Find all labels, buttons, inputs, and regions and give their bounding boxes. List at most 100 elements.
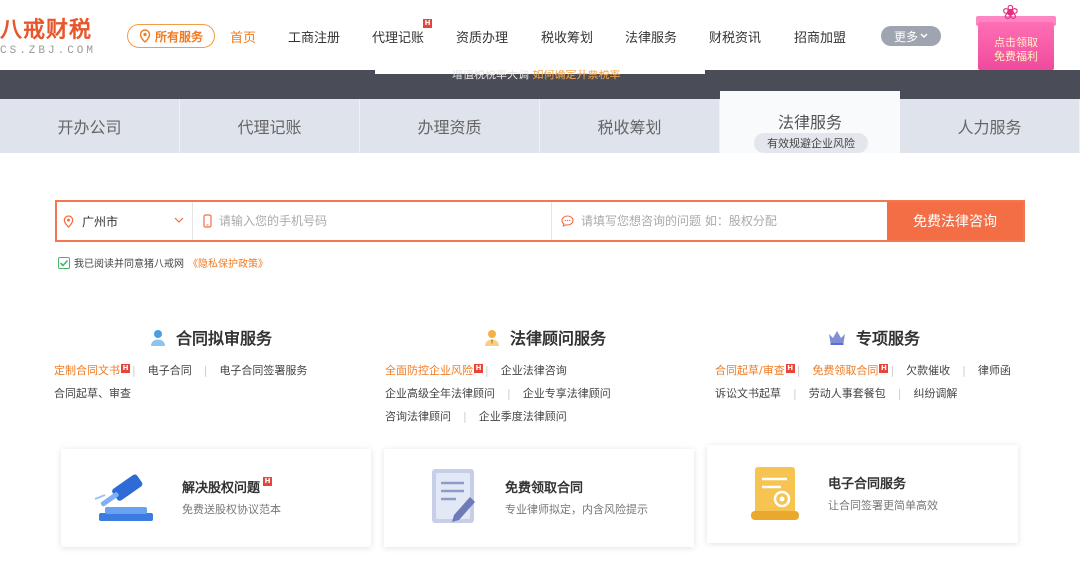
announcement-text: 增值税税率大调 如何确定开票税率 bbox=[452, 70, 621, 81]
page: 八戒财税 CS.ZBJ.COM 所有服务 首页 工商注册 代理记账 H 资质办理 税收筹划… bbox=[0, 0, 1080, 577]
phone-input[interactable] bbox=[219, 214, 519, 228]
logo-text: 八戒财税 bbox=[0, 18, 93, 43]
crown-icon bbox=[828, 330, 846, 345]
hot-badge: H bbox=[263, 477, 273, 486]
service-link[interactable]: 电子合同 bbox=[148, 364, 192, 377]
service-column-header: 合同拟审服务 bbox=[150, 325, 272, 349]
feature-card-title: 电子合同服务 bbox=[828, 473, 906, 492]
service-link-label: 定制合同文书 bbox=[54, 364, 120, 377]
link-separator: | bbox=[897, 387, 902, 400]
service-link-label: 电子合同 bbox=[147, 364, 192, 377]
hot-badge: H bbox=[423, 19, 433, 28]
service-link[interactable]: 企业法律咨询 bbox=[501, 364, 567, 377]
service-link[interactable]: 纠纷调解 bbox=[913, 387, 957, 400]
city-value: 广州市 bbox=[82, 214, 119, 229]
service-tab[interactable]: 人力服务 bbox=[900, 99, 1080, 153]
service-link[interactable]: 欠款催收 bbox=[906, 364, 950, 377]
nav-item[interactable]: 招商加盟 bbox=[794, 27, 846, 46]
service-link[interactable]: 企业高级全年法律顾问 bbox=[385, 387, 495, 400]
link-separator: | bbox=[793, 387, 797, 400]
nav-item-label: 工商注册 bbox=[288, 31, 341, 46]
lawyer-icon bbox=[484, 329, 500, 346]
feature-card-title: 解决股权问题 H bbox=[182, 477, 273, 496]
gift-bow-icon: ❀ bbox=[1002, 0, 1019, 24]
hot-badge: H bbox=[879, 364, 889, 373]
service-tab[interactable]: 税收筹划 bbox=[540, 99, 720, 153]
announcement-link[interactable]: 如何确定开票税率 bbox=[533, 70, 621, 81]
service-link[interactable]: 定制合同文书 H bbox=[54, 364, 130, 377]
service-link[interactable]: 免费领取合同 H bbox=[812, 364, 889, 377]
chat-bubble-icon bbox=[561, 215, 574, 227]
service-tab-label: 人力服务 bbox=[957, 118, 1022, 137]
feature-card[interactable]: 电子合同服务让合同签署更简单高效 bbox=[707, 445, 1018, 543]
free-consult-button[interactable]: 免费法律咨询 bbox=[887, 202, 1023, 240]
service-tab[interactable]: 办理资质 bbox=[360, 99, 540, 153]
checkbox-checked-icon[interactable] bbox=[58, 256, 70, 269]
service-link[interactable]: 企业季度法律顾问 bbox=[479, 410, 567, 423]
link-separator: | bbox=[132, 364, 136, 377]
service-link[interactable]: 企业专享法律顾问 bbox=[523, 387, 611, 400]
nav-item-label: 招商加盟 bbox=[794, 31, 847, 46]
service-link-label: 企业法律咨询 bbox=[500, 364, 567, 377]
legal-service-panel: 广州市 免费法律咨询 我已阅读并同意猪八戒网 《隐私保护政策》 合同拟审服务定制… bbox=[0, 153, 1080, 577]
service-link-label: 免费领取合同 bbox=[812, 364, 879, 377]
service-link-label: 合同起草、审查 bbox=[54, 387, 131, 400]
service-link[interactable]: 合同起草、审查 bbox=[54, 387, 131, 400]
city-select[interactable]: 广州市 bbox=[57, 202, 193, 240]
service-link[interactable]: 全面防控企业风险 H bbox=[385, 364, 483, 377]
location-pin-icon bbox=[139, 29, 151, 43]
service-link[interactable]: 诉讼文书起草 bbox=[715, 387, 781, 400]
service-link[interactable]: 劳动人事套餐包 bbox=[809, 387, 886, 400]
nav-item[interactable]: 财税资讯 bbox=[709, 27, 761, 46]
link-separator: | bbox=[962, 364, 966, 377]
more-button[interactable]: 更多 bbox=[881, 26, 941, 46]
logo-domain: CS.ZBJ.COM bbox=[0, 45, 97, 57]
service-column-title: 合同拟审服务 bbox=[176, 329, 273, 348]
service-link-row: 咨询法律顾问 | 企业季度法律顾问 bbox=[385, 405, 623, 428]
service-link[interactable]: 律师函 bbox=[978, 364, 1011, 377]
service-link-label: 劳动人事套餐包 bbox=[808, 387, 886, 400]
service-link-label: 电子合同签署服务 bbox=[219, 364, 308, 377]
feature-card-desc: 免费送股权协议范本 bbox=[182, 503, 281, 516]
service-link[interactable]: 合同起草/审查 H bbox=[715, 364, 795, 377]
question-input[interactable] bbox=[581, 214, 871, 228]
nav-item[interactable]: 资质办理 bbox=[456, 27, 508, 46]
service-link-label: 全面防控企业风险 bbox=[385, 364, 473, 377]
link-separator: | bbox=[203, 364, 208, 377]
service-link-label: 诉讼文书起草 bbox=[715, 387, 781, 400]
service-tab[interactable]: 开办公司 bbox=[0, 99, 180, 153]
service-link-row: 企业高级全年法律顾问 | 企业专享法律顾问 bbox=[385, 382, 623, 405]
chevron-down-icon bbox=[920, 33, 928, 39]
feature-card-desc: 让合同签署更简单高效 bbox=[828, 499, 938, 512]
nav-item[interactable]: 工商注册 bbox=[288, 27, 340, 46]
nav-item-label: 首页 bbox=[230, 31, 257, 46]
service-tab[interactable]: 法律服务 有效规避企业风险 bbox=[720, 91, 900, 153]
phone-icon bbox=[203, 214, 212, 228]
chevron-down-icon bbox=[174, 217, 184, 223]
feature-card[interactable]: 免费领取合同 专业律师拟定，内含风险提示 bbox=[384, 449, 694, 547]
logo[interactable]: 八戒财税 CS.ZBJ.COM bbox=[0, 12, 112, 62]
service-link[interactable]: 咨询法律顾问 bbox=[385, 410, 451, 423]
service-tab-label: 代理记账 bbox=[237, 118, 302, 137]
service-link-label: 企业高级全年法律顾问 bbox=[385, 387, 495, 400]
all-services-button[interactable]: 所有服务 bbox=[127, 24, 215, 48]
nav-item[interactable]: 税收筹划 bbox=[541, 27, 593, 46]
feature-card-title-text: 解决股权问题 bbox=[182, 481, 261, 496]
nav-item[interactable]: 法律服务 bbox=[625, 27, 677, 46]
feature-card[interactable]: 解决股权问题 H 免费送股权协议范本 bbox=[61, 449, 371, 547]
service-tab[interactable]: 代理记账 bbox=[180, 99, 360, 153]
service-tab-subtitle: 有效规避企业风险 bbox=[754, 133, 868, 153]
privacy-policy-link[interactable]: 《隐私保护政策》 bbox=[188, 255, 268, 270]
service-link-label: 欠款催收 bbox=[906, 364, 951, 377]
announcement-label: 增值税税率大调 bbox=[452, 70, 529, 81]
promo-gift-banner[interactable]: ❀ 点击领取 免费福利 bbox=[976, 0, 1058, 70]
nav-item-label: 财税资讯 bbox=[709, 31, 762, 46]
service-column-header: 法律顾问服务 bbox=[484, 325, 606, 349]
nav-item[interactable]: 代理记账 H bbox=[372, 19, 433, 46]
nav-item[interactable]: 首页 bbox=[230, 27, 256, 46]
service-link-label: 合同起草/审查 bbox=[715, 364, 785, 377]
service-link[interactable]: 电子合同签署服务 bbox=[219, 364, 307, 377]
more-label: 更多 bbox=[893, 29, 918, 44]
feature-card-title: 免费领取合同 bbox=[505, 477, 583, 496]
consult-form: 广州市 免费法律咨询 bbox=[55, 200, 1025, 242]
